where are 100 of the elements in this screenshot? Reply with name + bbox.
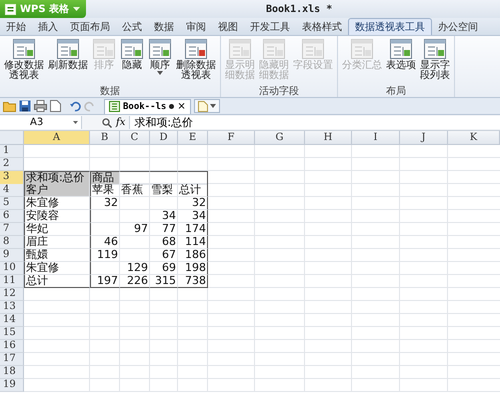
table-cell: 174 [178,223,208,236]
document-icon [198,100,208,112]
function-button[interactable]: fx [116,117,126,128]
table-cell: 186 [178,249,208,262]
column-header[interactable]: J [400,131,448,145]
table-cell [120,171,150,185]
ribbon-button[interactable]: 删除数据 透视表 [174,36,218,86]
table-cell: 32 [90,197,120,210]
ribbon-tab[interactable]: 数据 [148,18,180,35]
ribbon-tab[interactable]: 办公空间 [432,18,484,35]
column-header[interactable]: E [178,131,208,145]
ribbon-tab[interactable]: 开发工具 [244,18,296,35]
table-icon [228,38,252,60]
table-cell: 香蕉 [120,184,150,197]
table-cell: 求和项:总价 [24,171,90,185]
table-cell: 总计 [178,184,208,197]
name-box[interactable]: A3 [0,116,82,129]
ribbon-button[interactable]: 顺序 [146,36,174,86]
table-cell: 315 [150,275,178,288]
row-header[interactable]: 3 [0,171,24,185]
row-header[interactable]: 19 [0,379,24,392]
document-icon[interactable] [50,100,61,112]
ribbon-button[interactable]: 表选项 [384,36,418,86]
column-header[interactable]: I [352,131,400,145]
ribbon-button[interactable]: 修改数据 透视表 [2,36,46,86]
ribbon-tab[interactable]: 表格样式 [296,18,348,35]
row-header[interactable]: 11 [0,275,24,288]
table-icon [301,38,325,60]
ribbon-tab[interactable]: 数据透视表工具 [348,18,432,35]
column-header[interactable]: F [208,131,255,145]
ribbon-button[interactable]: 显示字 段列表 [418,36,452,86]
group-label: 数据 [100,86,120,97]
table-cell: 198 [178,262,208,275]
row-header[interactable]: 7 [0,223,24,236]
row-header[interactable]: 16 [0,340,24,353]
column-header[interactable]: K [448,131,500,145]
row-header[interactable]: 2 [0,158,24,171]
column-header[interactable]: G [255,131,305,145]
row-header[interactable]: 12 [0,288,24,301]
document-tab[interactable]: Book--ls × [104,98,191,114]
table-cell: 68 [150,236,178,249]
table-cell: 77 [150,223,178,236]
print-icon[interactable] [34,100,47,112]
table-cell: 32 [178,197,208,210]
ribbon-tab[interactable]: 开始 [0,18,32,35]
close-button[interactable]: × [177,102,186,112]
table-cell [150,171,178,185]
row-header[interactable]: 1 [0,145,24,158]
table-icon [12,38,36,60]
table-cell: 97 [120,223,150,236]
table-cell: 738 [178,275,208,288]
window-title: Book1.xls * [266,4,332,14]
table-cell: 114 [178,236,208,249]
table-icon [184,38,208,60]
row-header[interactable]: 10 [0,262,24,275]
ribbon-tab[interactable]: 公式 [116,18,148,35]
row-header[interactable]: 4 [0,184,24,197]
column-header[interactable]: A [24,131,90,145]
table-cell: 客户 [24,184,90,197]
caret-icon [210,104,216,108]
caret-icon [73,6,80,12]
undo-icon[interactable] [70,100,81,112]
ribbon-button[interactable]: 刷新数据 [46,36,90,86]
row-header[interactable]: 9 [0,249,24,262]
row-header[interactable]: 13 [0,301,24,314]
table-cell [178,171,208,185]
table-icon [423,38,447,60]
row-header[interactable]: 8 [0,236,24,249]
group-label: 布局 [386,86,406,97]
table-icon [389,38,413,60]
row-header[interactable]: 15 [0,327,24,340]
ribbon-button[interactable]: 隐藏 [118,36,146,86]
formula-field[interactable]: 求和项:总价 [129,116,500,129]
table-cell: 商品 [90,171,120,185]
sheet-icon [109,101,120,112]
table-cell: 129 [120,262,150,275]
search-icon[interactable] [102,118,112,128]
row-header[interactable]: 6 [0,210,24,223]
table-icon [148,38,172,60]
table-cell: 34 [150,210,178,223]
ribbon-tab[interactable]: 视图 [212,18,244,35]
table-cell: 雪梨 [150,184,178,197]
column-header[interactable]: C [120,131,150,145]
row-header[interactable]: 17 [0,353,24,366]
row-header[interactable]: 5 [0,197,24,210]
ribbon-tab[interactable]: 页面布局 [64,18,116,35]
row-header[interactable]: 14 [0,314,24,327]
table-cell: 119 [90,249,120,262]
column-header[interactable]: D [150,131,178,145]
table-icon [350,38,374,60]
table-icon [92,38,116,60]
ribbon-tab[interactable]: 插入 [32,18,64,35]
row-header[interactable]: 18 [0,366,24,379]
table-cell: 34 [178,210,208,223]
new-document-button[interactable] [194,99,220,113]
column-header[interactable]: H [305,131,352,145]
ribbon-tab[interactable]: 审阅 [180,18,212,35]
column-header[interactable]: B [90,131,120,145]
save-icon[interactable] [19,100,31,112]
sheet-icon [5,4,16,14]
